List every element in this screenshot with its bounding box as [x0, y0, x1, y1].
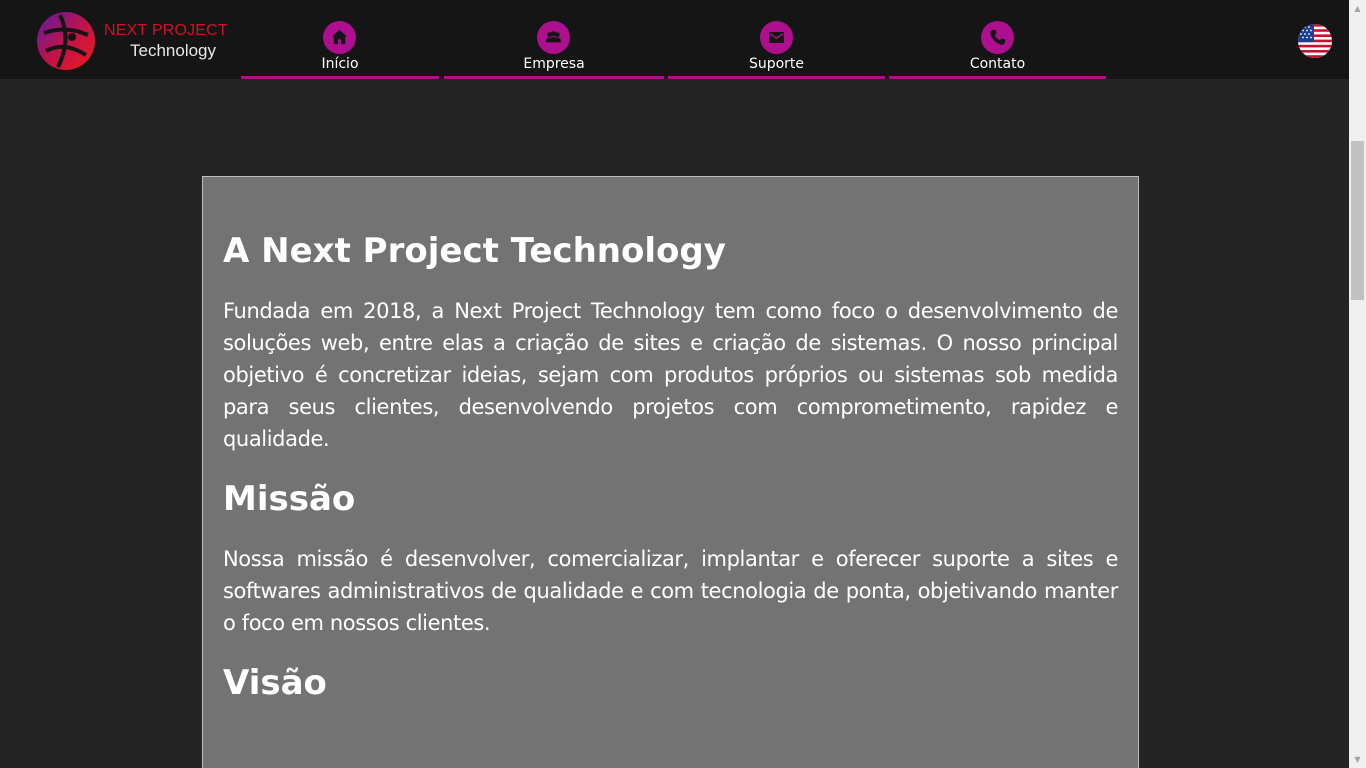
nav-label: Contato — [969, 56, 1026, 72]
about-title: A Next Project Technology — [223, 231, 726, 271]
nav-item-inicio[interactable]: Início — [241, 0, 439, 79]
people-icon — [537, 21, 570, 54]
scroll-thumb[interactable] — [1351, 141, 1364, 300]
nav-underline — [889, 76, 1106, 79]
logo-subtitle: Technology — [130, 41, 217, 60]
home-icon — [323, 21, 356, 54]
about-intro-text: Fundada em 2018, a Next Project Technolo… — [223, 299, 1118, 451]
page: NEXT PROJECT Technology Início Empresa S… — [0, 0, 1366, 768]
nav-label: Empresa — [523, 56, 585, 72]
scroll-up-arrow-icon[interactable]: ▲ — [1349, 0, 1366, 17]
nav-label: Suporte — [748, 56, 805, 72]
vertical-scrollbar[interactable]: ▲ ▼ — [1349, 0, 1366, 768]
envelope-icon — [760, 21, 793, 54]
logo-title: NEXT PROJECT — [104, 22, 228, 39]
about-card: A Next Project Technology Fundada em 201… — [202, 176, 1139, 768]
nav-underline — [668, 76, 885, 79]
nav-underline — [444, 76, 664, 79]
nav-item-suporte[interactable]: Suporte — [668, 0, 885, 79]
nav-underline — [241, 76, 439, 79]
header: NEXT PROJECT Technology Início Empresa S… — [0, 0, 1349, 79]
logo[interactable]: NEXT PROJECT Technology — [36, 11, 228, 71]
logo-globe-icon — [37, 12, 95, 70]
us-flag-icon[interactable] — [1298, 24, 1332, 58]
mission-title: Missão — [223, 479, 356, 519]
nav-label: Início — [321, 56, 359, 72]
vision-title: Visão — [223, 663, 327, 703]
phone-icon — [981, 21, 1014, 54]
mission-text: Nossa missão é desenvolver, comercializa… — [223, 547, 1118, 635]
nav-item-contato[interactable]: Contato — [889, 0, 1106, 79]
nav-item-empresa[interactable]: Empresa — [444, 0, 664, 79]
scroll-down-arrow-icon[interactable]: ▼ — [1349, 751, 1366, 768]
